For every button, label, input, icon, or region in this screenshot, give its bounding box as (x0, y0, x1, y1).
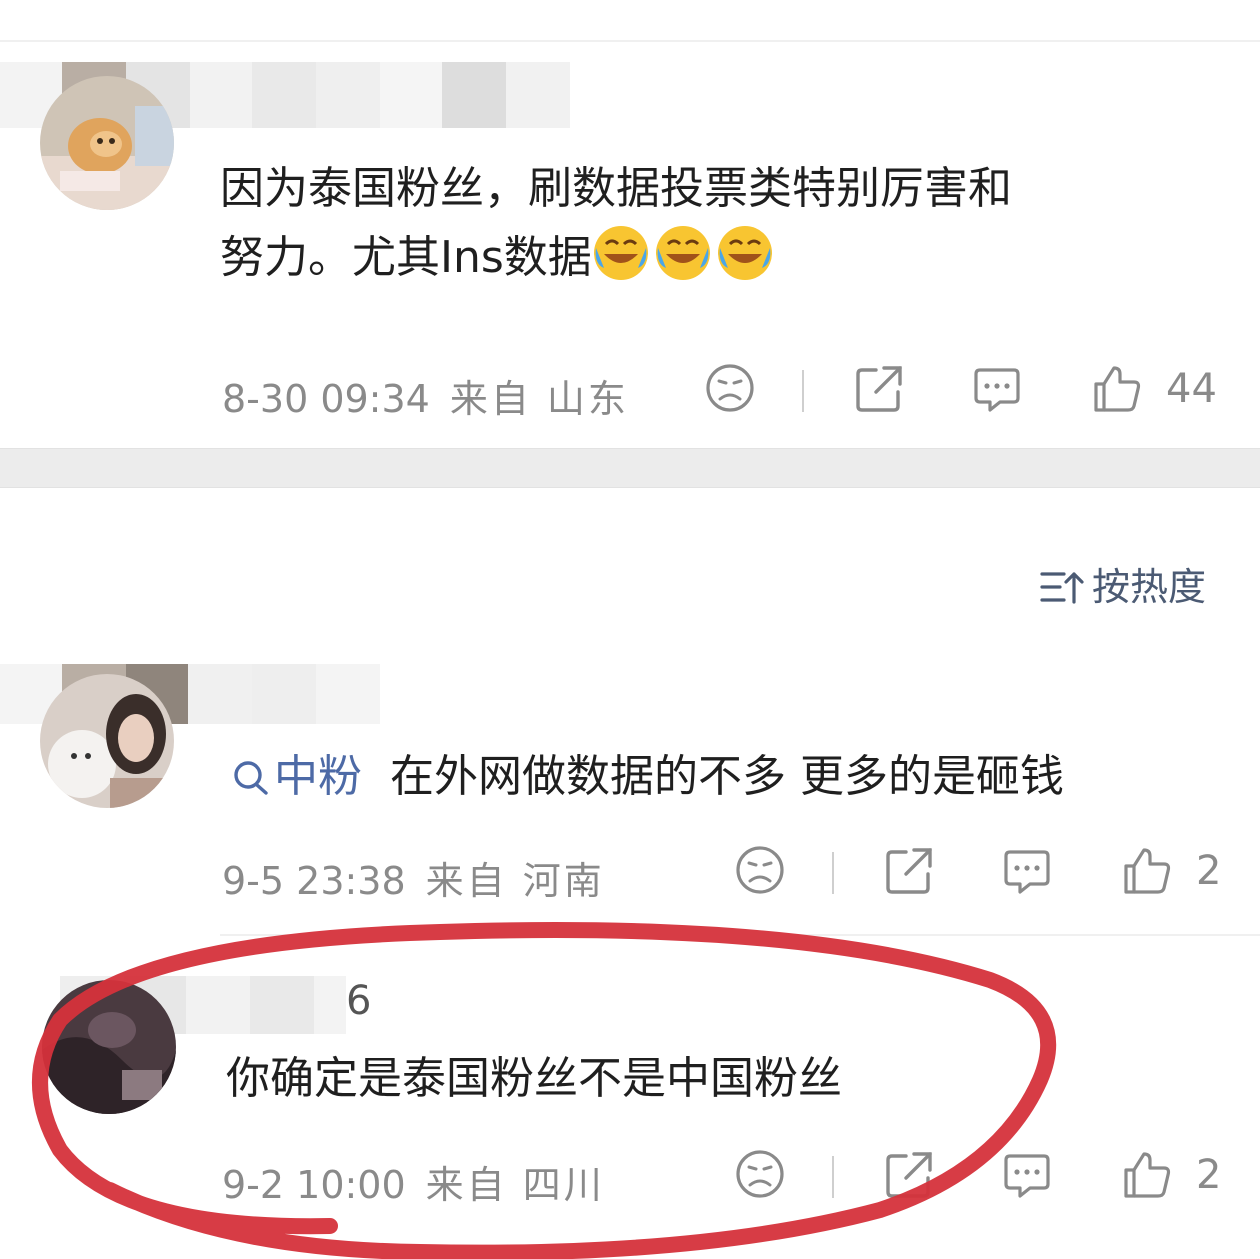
dislike-face-icon[interactable] (704, 362, 756, 418)
like-thumb-icon[interactable] (1120, 1148, 1174, 1206)
comment-time: 9-2 10:00 (222, 1163, 406, 1207)
comment-meta: 8-30 09:34 来自 山东 (222, 368, 629, 423)
comment-text: 努力。尤其Ins数据 (220, 232, 592, 283)
comment-time: 8-30 09:34 (222, 377, 430, 421)
reply-icon[interactable] (970, 362, 1024, 420)
avatar[interactable] (40, 76, 174, 210)
comment-location: 来自 河南 (425, 859, 605, 903)
action-separator (832, 1156, 834, 1198)
comment-text: 你确定是泰国粉丝不是中国粉丝 (226, 1053, 842, 1104)
comment-actions: 2 (730, 844, 1230, 904)
action-separator (802, 370, 804, 412)
like-thumb-icon[interactable] (1120, 844, 1174, 902)
comment-location: 来自 山东 (449, 377, 629, 421)
comment-text-line-2: 努力。尤其Ins数据 (220, 224, 778, 291)
sort-by-heat-button[interactable]: 按热度 (1040, 556, 1206, 615)
like-count: 2 (1196, 1152, 1222, 1198)
comment-body: 中粉 在外网做数据的不多 更多的是砸钱 (232, 744, 1064, 816)
top-divider (0, 40, 1260, 42)
comment-text: 在外网做数据的不多 更多的是砸钱 (390, 751, 1064, 802)
comment-time: 9-5 23:38 (222, 859, 406, 903)
avatar[interactable] (40, 674, 174, 808)
laugh-cry-emoji-icon (716, 226, 778, 283)
reply-icon[interactable] (1000, 1148, 1054, 1206)
search-icon (232, 750, 270, 816)
fan-label: 中粉 (274, 751, 362, 802)
like-count: 44 (1166, 366, 1217, 412)
like-count: 2 (1196, 848, 1222, 894)
share-icon[interactable] (882, 844, 936, 902)
laugh-cry-emoji-icon (592, 226, 654, 283)
section-separator (0, 448, 1260, 488)
comment-divider (220, 934, 1260, 936)
like-thumb-icon[interactable] (1090, 362, 1144, 420)
share-icon[interactable] (882, 1148, 936, 1206)
username-tail: 6 (346, 978, 372, 1024)
comment-meta: 9-2 10:00 来自 四川 (222, 1154, 605, 1209)
comment-text-line-1: 因为泰国粉丝，刷数据投票类特别厉害和 (220, 163, 1012, 214)
comment-actions: 44 (700, 362, 1220, 422)
sort-label: 按热度 (1091, 565, 1206, 609)
laugh-cry-emoji-icon (654, 226, 716, 283)
avatar[interactable] (42, 980, 176, 1114)
sort-icon (1040, 568, 1084, 615)
comment-location: 来自 四川 (425, 1163, 605, 1207)
dislike-face-icon[interactable] (734, 1148, 786, 1204)
dislike-face-icon[interactable] (734, 844, 786, 900)
fan-badge[interactable]: 中粉 (232, 751, 362, 802)
comment-meta: 9-5 23:38 来自 河南 (222, 850, 605, 905)
action-separator (832, 852, 834, 894)
reply-icon[interactable] (1000, 844, 1054, 902)
share-icon[interactable] (852, 362, 906, 420)
comment-actions: 2 (730, 1148, 1230, 1208)
